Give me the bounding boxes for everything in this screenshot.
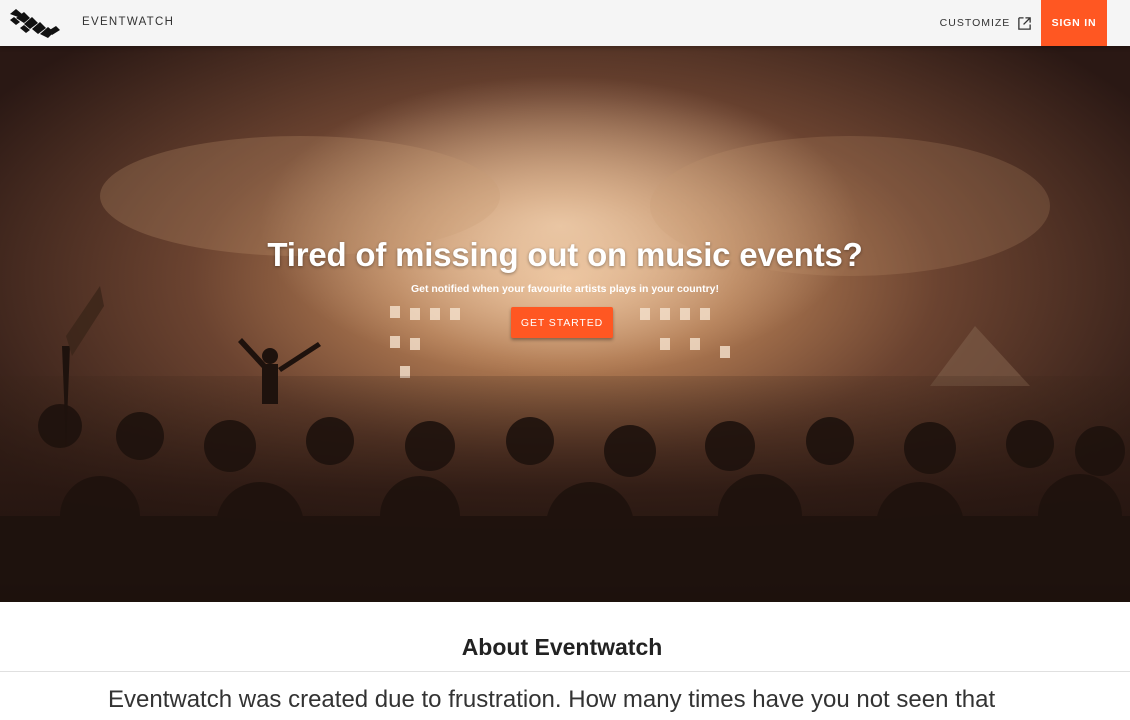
brand-name[interactable]: EVENTWATCH <box>82 16 174 28</box>
external-link-icon <box>1018 16 1032 30</box>
hero-section: Tired of missing out on music events? Ge… <box>0 46 1130 602</box>
section-divider <box>0 671 1130 672</box>
app-bar: EVENTWATCH CUSTOMIZE SIGN IN <box>0 0 1130 46</box>
customize-label: CUSTOMIZE <box>939 17 1011 29</box>
get-started-button[interactable]: GET STARTED <box>511 307 613 338</box>
hero-subtitle: Get notified when your favourite artists… <box>410 283 720 295</box>
about-title: About Eventwatch <box>461 634 663 660</box>
hero-title: Tired of missing out on music events? <box>267 236 863 273</box>
eventwatch-logo-icon[interactable] <box>8 6 62 40</box>
sign-in-button[interactable]: SIGN IN <box>1041 0 1107 46</box>
customize-link[interactable]: CUSTOMIZE <box>934 0 1038 46</box>
about-paragraph: Eventwatch was created due to frustratio… <box>108 686 996 713</box>
